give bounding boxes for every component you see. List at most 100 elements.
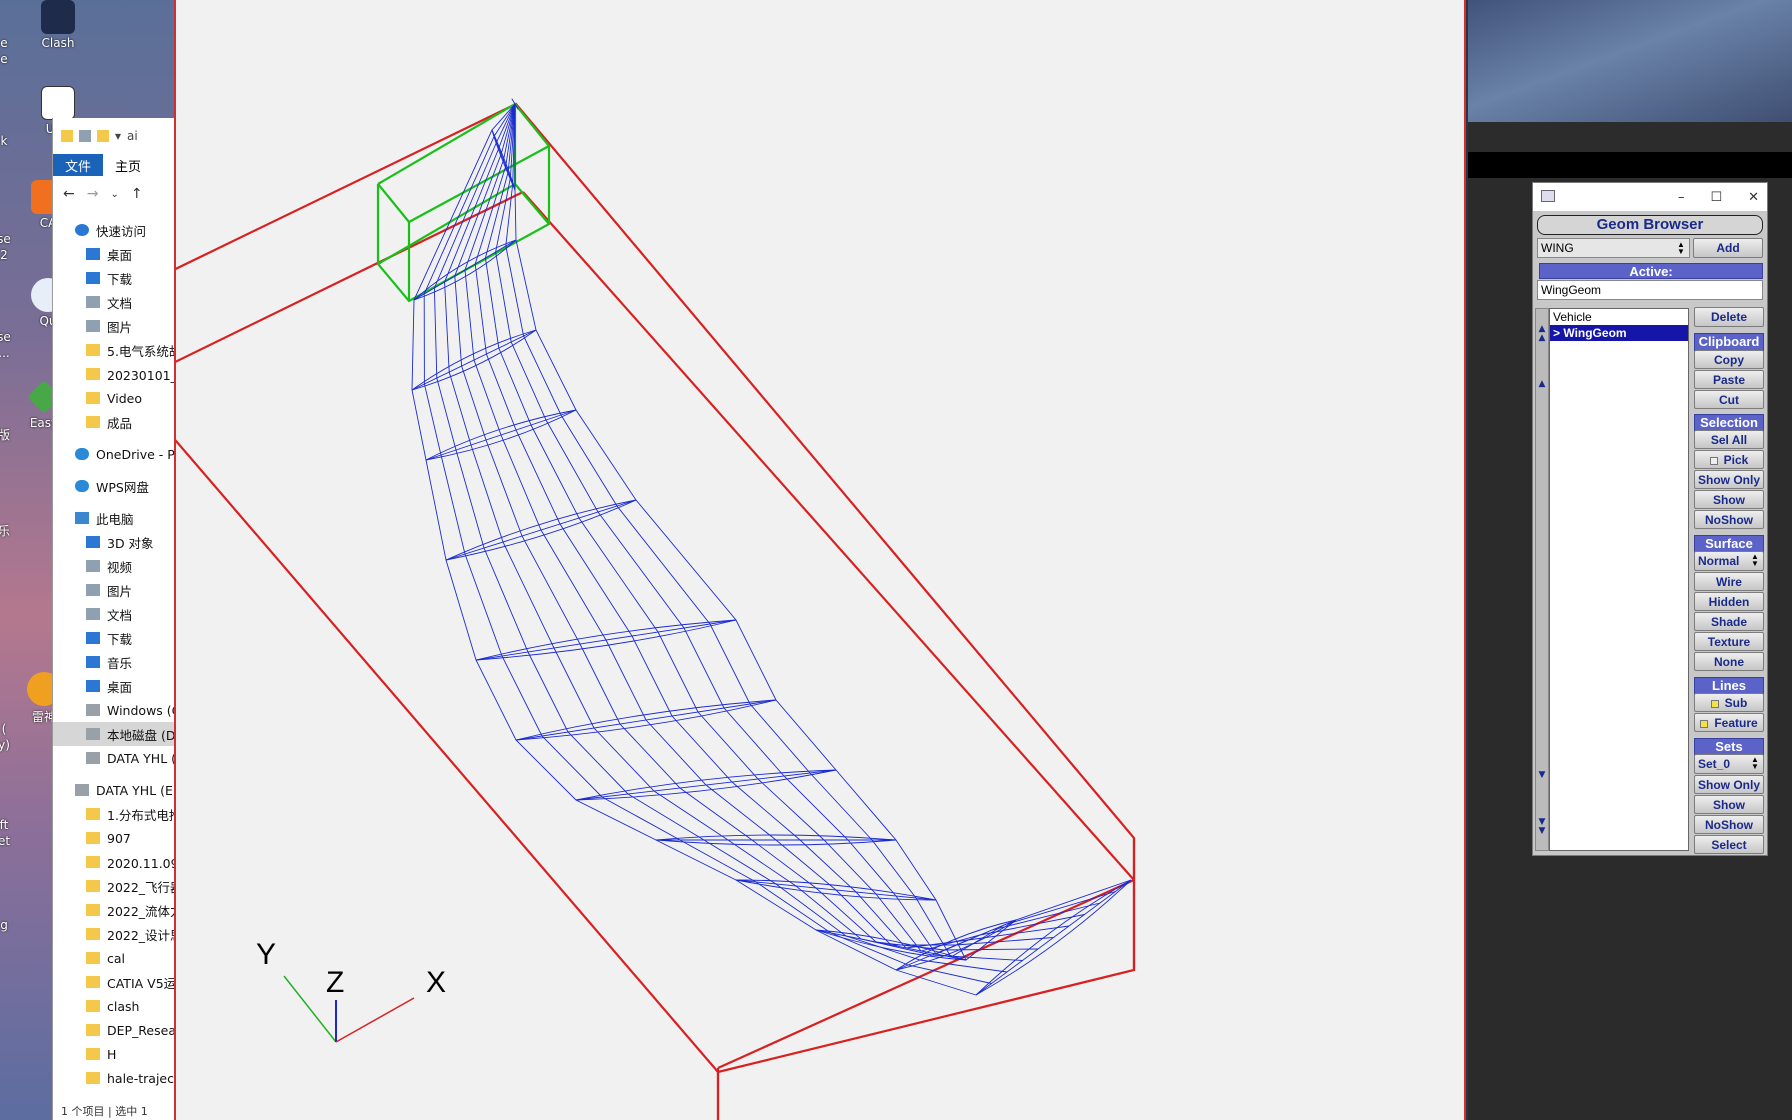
copy-button[interactable]: Copy — [1694, 350, 1764, 369]
nav-item[interactable]: 图片 — [53, 578, 178, 602]
feature-checkbox[interactable] — [1700, 719, 1709, 728]
surface-mode-select[interactable]: Normal ▲ ▼ — [1694, 551, 1764, 571]
desktop-icon-clash[interactable]: Clash — [32, 0, 84, 50]
sets-select-button[interactable]: Select — [1694, 835, 1764, 854]
wire-button[interactable]: Wire — [1694, 572, 1764, 591]
nav-item[interactable]: 图片 — [53, 314, 178, 338]
folder-icon — [86, 1072, 100, 1084]
shade-button[interactable]: Shade — [1694, 612, 1764, 631]
back-arrow-icon[interactable]: ← — [63, 186, 75, 202]
minimize-icon[interactable]: – — [1678, 190, 1685, 205]
spinner-icon: ▲ ▼ — [1677, 240, 1685, 256]
3d-viewport[interactable]: Y Z X — [174, 0, 1466, 1120]
pick-checkbox[interactable] — [1709, 456, 1718, 465]
hidden-button[interactable]: Hidden — [1694, 592, 1764, 611]
new-folder-icon[interactable] — [97, 130, 109, 142]
scroll-up-icon[interactable]: ▲ — [1536, 379, 1548, 389]
sets-show-only-button[interactable]: Show Only — [1694, 775, 1764, 794]
add-button[interactable]: Add — [1693, 238, 1763, 258]
scroll-down-icon[interactable]: ▼ — [1536, 770, 1548, 780]
3d-objects-icon — [86, 536, 100, 548]
nav-item[interactable]: 下载 — [53, 266, 178, 290]
tab-home[interactable]: 主页 — [103, 154, 153, 176]
nav-item[interactable]: 桌面 — [53, 674, 178, 698]
nav-item[interactable]: cal — [53, 946, 178, 970]
texture-button[interactable]: Texture — [1694, 632, 1764, 651]
folder-icon — [86, 344, 100, 356]
geom-list[interactable]: Vehicle > WingGeom — [1549, 308, 1689, 851]
nav-item[interactable]: clash — [53, 994, 178, 1018]
cut-button[interactable]: Cut — [1694, 390, 1764, 409]
tab-file[interactable]: 文件 — [53, 154, 104, 176]
feature-toggle[interactable]: Feature — [1694, 713, 1764, 732]
close-icon[interactable]: ✕ — [1748, 190, 1759, 205]
nav-item[interactable]: Windows (C — [53, 698, 178, 722]
nav-item[interactable]: 文档 — [53, 602, 178, 626]
drive-icon — [86, 704, 100, 716]
nav-item[interactable]: 下载 — [53, 626, 178, 650]
nav-item-selected[interactable]: 本地磁盘 (D: — [53, 722, 178, 746]
wing-rib-line — [655, 839, 897, 846]
list-scrollbar[interactable]: ▲ ▲ ▲ ▼ ▼ ▼ — [1535, 308, 1549, 851]
nav-item[interactable]: DEP_Resear — [53, 1018, 178, 1042]
nav-item[interactable]: 5.电气系统故 — [53, 338, 178, 362]
nav-this-pc[interactable]: 此电脑 — [53, 506, 178, 530]
nav-item[interactable]: 907 — [53, 826, 178, 850]
sets-no-show-button[interactable]: NoShow — [1694, 815, 1764, 834]
pick-toggle[interactable]: Pick — [1694, 450, 1764, 469]
properties-icon[interactable] — [79, 130, 91, 142]
nav-item[interactable]: 2022_流体力 — [53, 898, 178, 922]
nav-item[interactable]: 1.分布式电推 — [53, 802, 178, 826]
wing-wireframe-canvas[interactable]: Y Z X — [176, 0, 1468, 1120]
show-only-button[interactable]: Show Only — [1694, 470, 1764, 489]
set-select[interactable]: Set_0 ▲ ▼ — [1694, 754, 1764, 774]
list-item-winggeom[interactable]: > WingGeom — [1550, 325, 1688, 341]
paste-button[interactable]: Paste — [1694, 370, 1764, 389]
none-button[interactable]: None — [1694, 652, 1764, 671]
window-header-strip — [1468, 122, 1792, 152]
nav-item[interactable]: 桌面 — [53, 242, 178, 266]
nav-item[interactable]: 视频 — [53, 554, 178, 578]
wing-rib-line — [655, 834, 897, 841]
no-show-button[interactable]: NoShow — [1694, 510, 1764, 529]
nav-item[interactable]: 2022_飞行器 — [53, 874, 178, 898]
picture-icon — [86, 320, 100, 332]
nav-item[interactable]: hale-trajecto — [53, 1066, 178, 1090]
nav-data-drive[interactable]: DATA YHL (E: — [53, 778, 178, 802]
up-arrow-icon[interactable]: ↑ — [131, 186, 143, 202]
sub-toggle[interactable]: Sub — [1694, 693, 1764, 712]
scroll-bottom-icon[interactable]: ▼ ▼ — [1536, 818, 1548, 836]
select-all-button[interactable]: Sel All — [1694, 430, 1764, 449]
sets-show-button[interactable]: Show — [1694, 795, 1764, 814]
nav-item[interactable]: 音乐 — [53, 650, 178, 674]
forward-arrow-icon[interactable]: → — [87, 186, 99, 202]
nav-item[interactable]: 2022_设计思 — [53, 922, 178, 946]
nav-item[interactable]: 文档 — [53, 290, 178, 314]
quick-access-dropdown-icon[interactable]: ▾ — [115, 129, 121, 143]
delete-button[interactable]: Delete — [1694, 307, 1764, 327]
nav-item[interactable]: CATIA V5运 — [53, 970, 178, 994]
active-geom-field[interactable]: WingGeom — [1537, 280, 1763, 300]
spinner-icon: ▲ ▼ — [1751, 552, 1759, 568]
list-item-vehicle[interactable]: Vehicle — [1550, 309, 1688, 325]
nav-item[interactable]: 20230101_手 — [53, 362, 178, 386]
nav-item[interactable]: 成品 — [53, 410, 178, 434]
sub-checkbox[interactable] — [1710, 699, 1719, 708]
recent-dropdown-icon[interactable]: ⌄ — [110, 189, 118, 200]
nav-wps[interactable]: WPS网盘 — [53, 474, 178, 498]
nav-item[interactable]: 2020.11.09革 — [53, 850, 178, 874]
nav-onedrive[interactable]: OneDrive - P — [53, 442, 178, 466]
ribbon-tabs: 文件 主页 — [53, 154, 178, 176]
document-icon — [86, 296, 100, 308]
show-button[interactable]: Show — [1694, 490, 1764, 509]
nav-item[interactable]: 3D 对象 — [53, 530, 178, 554]
geom-type-select[interactable]: WING ▲ ▼ — [1537, 238, 1690, 258]
nav-quick-access[interactable]: 快速访问 — [53, 218, 178, 242]
computer-icon — [75, 512, 89, 524]
maximize-icon[interactable]: ☐ — [1710, 190, 1722, 205]
nav-item[interactable]: DATA YHL (I — [53, 746, 178, 770]
navigation-pane: 快速访问 桌面 下载 文档 图片 5.电气系统故 20230101_手 Vide… — [53, 212, 178, 1090]
nav-item[interactable]: H — [53, 1042, 178, 1066]
nav-item[interactable]: Video — [53, 386, 178, 410]
scroll-top-icon[interactable]: ▲ ▲ — [1536, 325, 1548, 343]
